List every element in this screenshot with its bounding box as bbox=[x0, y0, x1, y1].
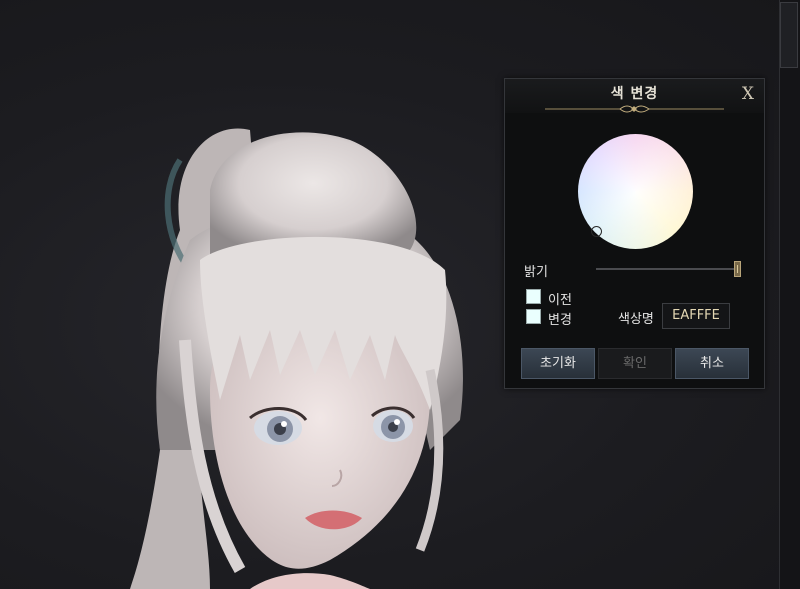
changed-color-swatch bbox=[526, 309, 541, 324]
confirm-button[interactable]: 확인 bbox=[598, 348, 672, 379]
previous-color-label: 이전 bbox=[548, 293, 572, 308]
color-code-label: 색상명 bbox=[618, 312, 654, 327]
dialog-title: 색 변경 bbox=[610, 86, 659, 102]
color-code-input[interactable]: EAFFFE bbox=[662, 303, 730, 329]
previous-color-swatch bbox=[526, 289, 541, 304]
changed-color-label: 변경 bbox=[548, 313, 572, 328]
reset-button[interactable]: 초기화 bbox=[521, 348, 595, 379]
side-panel-tab[interactable] bbox=[780, 2, 798, 68]
brightness-slider-handle[interactable] bbox=[734, 261, 741, 277]
character-portrait bbox=[130, 128, 463, 589]
header-ornament bbox=[545, 105, 724, 113]
cancel-button[interactable]: 취소 bbox=[675, 348, 749, 379]
brightness-slider-track[interactable] bbox=[596, 268, 738, 270]
brightness-label: 밝기 bbox=[524, 265, 548, 280]
side-panel-edge bbox=[779, 0, 800, 589]
color-change-dialog: 색 변경 X 밝기 이전 변경 색상명 EAFFFE 초기화 확인 취소 bbox=[504, 78, 765, 389]
color-wheel-cursor[interactable] bbox=[591, 226, 602, 237]
close-button[interactable]: X bbox=[742, 84, 754, 104]
dialog-header: 색 변경 X bbox=[505, 79, 764, 113]
